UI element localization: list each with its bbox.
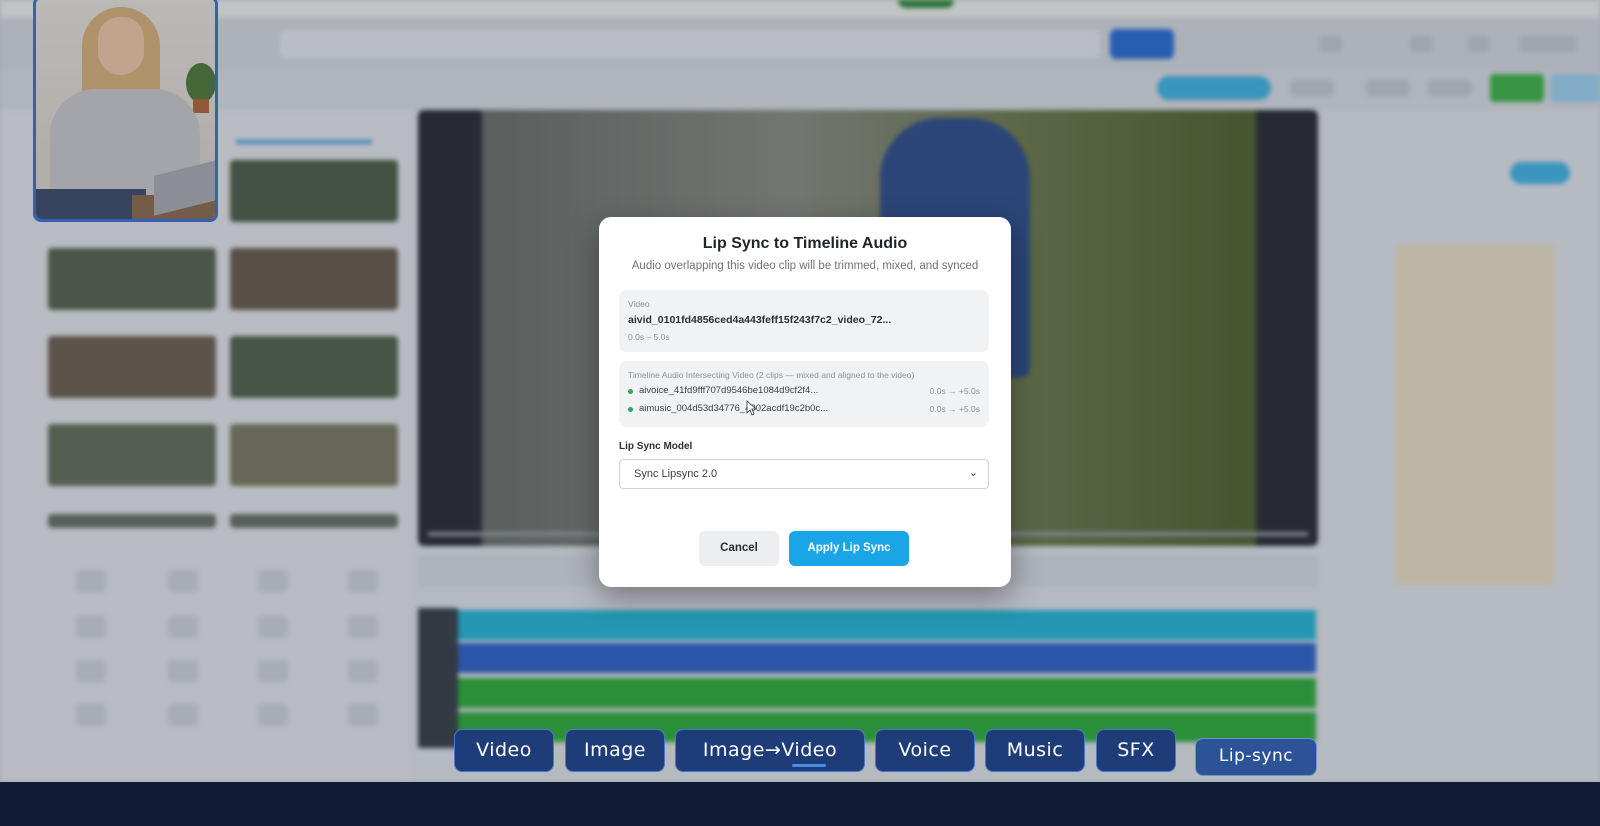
audio-clip-row: aivoice_41fd9fff707d9546be1084d9cf2f4...… bbox=[628, 385, 980, 399]
model-label: Lip Sync Model bbox=[619, 441, 693, 452]
audio-info-card: Timeline Audio Intersecting Video (2 cli… bbox=[619, 361, 989, 427]
badge-sfx: SFX bbox=[1096, 729, 1176, 772]
audio-clip-row: aimusic_004d53d34776_4902acdf19c2b0c... … bbox=[628, 403, 980, 417]
clip-status-dot bbox=[628, 389, 633, 394]
badge-image-to-video: Image→Video bbox=[675, 729, 865, 772]
footer-strip bbox=[0, 782, 1600, 826]
apply-lip-sync-button[interactable]: Apply Lip Sync bbox=[789, 531, 909, 566]
lip-sync-model-select[interactable]: Sync Lipsync 2.0 ⌄ bbox=[619, 459, 989, 489]
clip-name: aivoice_41fd9fff707d9546be1084d9cf2f4... bbox=[639, 385, 819, 396]
chevron-down-icon: ⌄ bbox=[968, 467, 978, 479]
model-select-value: Sync Lipsync 2.0 bbox=[634, 468, 718, 480]
badge-underline bbox=[792, 764, 826, 767]
dialog-subtitle: Audio overlapping this video clip will b… bbox=[631, 260, 979, 272]
clip-range: 0.0s → +5.0s bbox=[929, 386, 980, 396]
video-card-label: Video bbox=[628, 299, 650, 309]
badge-voice: Voice bbox=[875, 729, 975, 772]
video-filename: aivid_0101fd4856ced4a443feff15f243f7c2_v… bbox=[628, 314, 892, 326]
badge-lip-sync: Lip-sync bbox=[1195, 738, 1317, 776]
clip-range: 0.0s → +5.0s bbox=[929, 404, 980, 414]
mouse-cursor-icon bbox=[746, 400, 756, 416]
audio-card-label: Timeline Audio Intersecting Video (2 cli… bbox=[628, 370, 915, 380]
cancel-button[interactable]: Cancel bbox=[699, 531, 779, 566]
badge-image: Image bbox=[565, 729, 665, 772]
video-range: 0.0s – 5.0s bbox=[628, 332, 670, 342]
clip-status-dot bbox=[628, 407, 633, 412]
dialog-title: Lip Sync to Timeline Audio bbox=[702, 235, 908, 252]
video-info-card: Video aivid_0101fd4856ced4a443feff15f243… bbox=[619, 290, 989, 352]
clip-name: aimusic_004d53d34776_4902acdf19c2b0c... bbox=[639, 403, 829, 414]
badge-video: Video bbox=[454, 729, 554, 772]
lip-sync-dialog: Lip Sync to Timeline Audio Audio overlap… bbox=[599, 217, 1011, 587]
badge-music: Music bbox=[985, 729, 1085, 772]
